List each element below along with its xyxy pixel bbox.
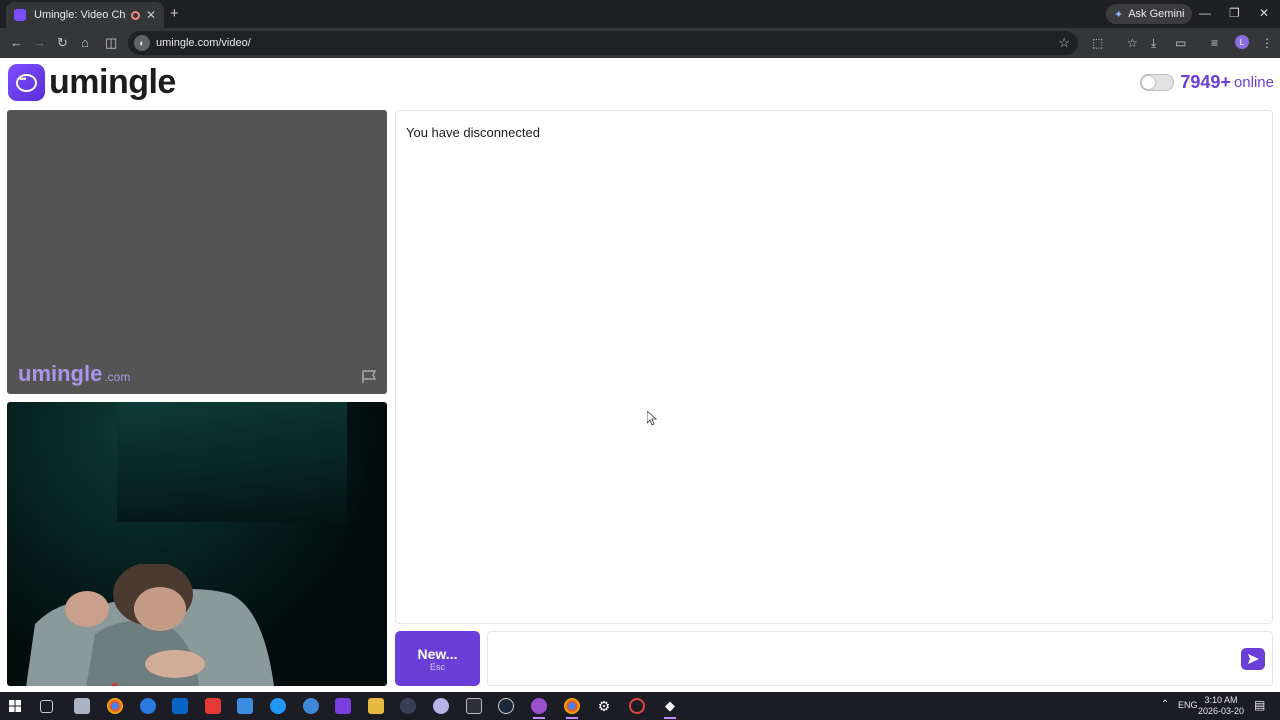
site-info-icon[interactable]: ◐ — [134, 35, 150, 51]
pinned-app-icon[interactable] — [140, 698, 156, 714]
pinned-app-icon[interactable] — [433, 698, 449, 714]
webcam-person-image — [26, 564, 274, 686]
online-indicator: 7949+ online — [1140, 72, 1274, 93]
new-chat-hint: Esc — [429, 661, 445, 672]
forward-icon[interactable]: → — [33, 35, 46, 50]
url-text: umingle.com/video/ — [156, 37, 251, 49]
chat-log: You have disconnected — [395, 110, 1273, 624]
umingle-favicon-icon — [14, 9, 26, 21]
chrome-icon[interactable] — [107, 698, 123, 714]
browser-tab[interactable]: Umingle: Video Chat with S ✕ — [6, 2, 164, 28]
send-icon — [1247, 654, 1259, 664]
menu-icon[interactable]: ⋮ — [1261, 36, 1273, 50]
language-indicator[interactable]: ENG — [1178, 700, 1198, 710]
new-tab-button[interactable]: + — [170, 5, 179, 22]
bookmarks-icon[interactable]: ☆ — [1127, 36, 1138, 50]
profile-avatar[interactable]: L — [1235, 35, 1249, 49]
watermark-domain: .com — [104, 370, 131, 384]
settings-gear-icon[interactable]: ⚙ — [596, 698, 612, 714]
outlook-icon[interactable] — [172, 698, 188, 714]
cast-icon[interactable]: ▭ — [1175, 36, 1186, 50]
address-bar[interactable]: ◐ umingle.com/video/ ☆ — [128, 31, 1078, 55]
bookmark-star-icon[interactable]: ☆ — [1058, 35, 1070, 51]
online-count: 7949+ — [1180, 72, 1231, 92]
system-clock[interactable]: 3:10 AM 2026-03-20 — [1198, 695, 1244, 717]
new-chat-button[interactable]: New... Esc — [395, 631, 480, 686]
mouse-cursor-icon — [647, 411, 657, 426]
recording-indicator-icon — [130, 10, 140, 20]
steam-icon[interactable] — [498, 698, 514, 714]
pinned-app-icon[interactable] — [335, 698, 351, 714]
clock-time: 3:10 AM — [1204, 695, 1238, 705]
split-view-icon[interactable]: ◫ — [105, 35, 117, 51]
close-tab-icon[interactable]: ✕ — [146, 8, 156, 22]
watermark-main: umingle — [18, 361, 103, 386]
dts-icon[interactable] — [205, 698, 221, 714]
restore-icon[interactable]: ❐ — [1229, 6, 1240, 20]
chrome-active-icon[interactable] — [564, 698, 580, 719]
task-view-icon[interactable] — [40, 700, 53, 713]
report-flag-icon[interactable] — [361, 370, 377, 384]
clock-date: 2026-03-20 — [1198, 706, 1245, 716]
extensions-icon[interactable]: ⬚ — [1092, 36, 1103, 50]
logo-text: umingle — [49, 63, 176, 101]
tray-chevron-icon[interactable]: ⌃ — [1161, 699, 1169, 710]
pinned-app-icon[interactable] — [270, 698, 286, 714]
windows-start-icon[interactable] — [9, 700, 21, 712]
store-icon[interactable] — [237, 698, 253, 714]
windows-taskbar: ⚙ ◆ ⌃ ENG 3:10 AM 2026-03-20 ▤ — [0, 692, 1280, 720]
home-icon[interactable]: ⌂ — [81, 35, 89, 50]
status-message: You have disconnected — [406, 125, 540, 140]
send-button[interactable] — [1241, 648, 1265, 670]
video-watermark: umingle .com — [18, 361, 130, 387]
file-explorer-icon[interactable] — [368, 698, 384, 714]
browser-toolbar: ← → ↻ ⌂ ◫ ◐ umingle.com/video/ ☆ ⬚ ☆ ⤓ ▭… — [0, 28, 1280, 58]
pinned-app-icon[interactable] — [629, 698, 645, 714]
theme-toggle[interactable] — [1140, 74, 1175, 91]
pinned-app-icon[interactable] — [74, 698, 90, 714]
chat-bubble-logo-icon — [8, 64, 45, 101]
stranger-video: umingle .com — [7, 110, 387, 394]
ask-gemini-button[interactable]: ✦ Ask Gemini — [1106, 4, 1193, 24]
close-window-icon[interactable]: ✕ — [1259, 6, 1269, 20]
gemini-spark-icon: ✦ — [1114, 8, 1124, 21]
back-icon[interactable]: ← — [10, 35, 23, 50]
reload-icon[interactable]: ↻ — [57, 35, 68, 51]
pinned-app-icon[interactable]: ◆ — [662, 698, 678, 719]
media-controls-icon[interactable]: ≡ — [1211, 36, 1218, 50]
tab-title: Umingle: Video Chat with S — [34, 9, 125, 21]
new-chat-label: New... — [417, 645, 458, 662]
notifications-icon[interactable]: ▤ — [1254, 698, 1265, 712]
browser-tab-bar: Umingle: Video Chat with S ✕ + ✦ Ask Gem… — [0, 0, 1280, 28]
pinned-app-icon[interactable] — [400, 698, 416, 714]
self-video — [7, 402, 387, 686]
pinned-app-icon[interactable] — [303, 698, 319, 714]
minimize-icon[interactable]: — — [1199, 6, 1211, 20]
umingle-logo[interactable]: umingle — [8, 63, 176, 102]
downloads-icon[interactable]: ⤓ — [1151, 36, 1156, 51]
ask-gemini-label: Ask Gemini — [1128, 8, 1185, 20]
pinned-app-icon[interactable] — [466, 698, 482, 714]
message-input[interactable] — [496, 640, 1226, 678]
online-label: online — [1233, 74, 1274, 91]
pinned-app-icon[interactable] — [531, 698, 547, 719]
message-box — [487, 631, 1273, 686]
